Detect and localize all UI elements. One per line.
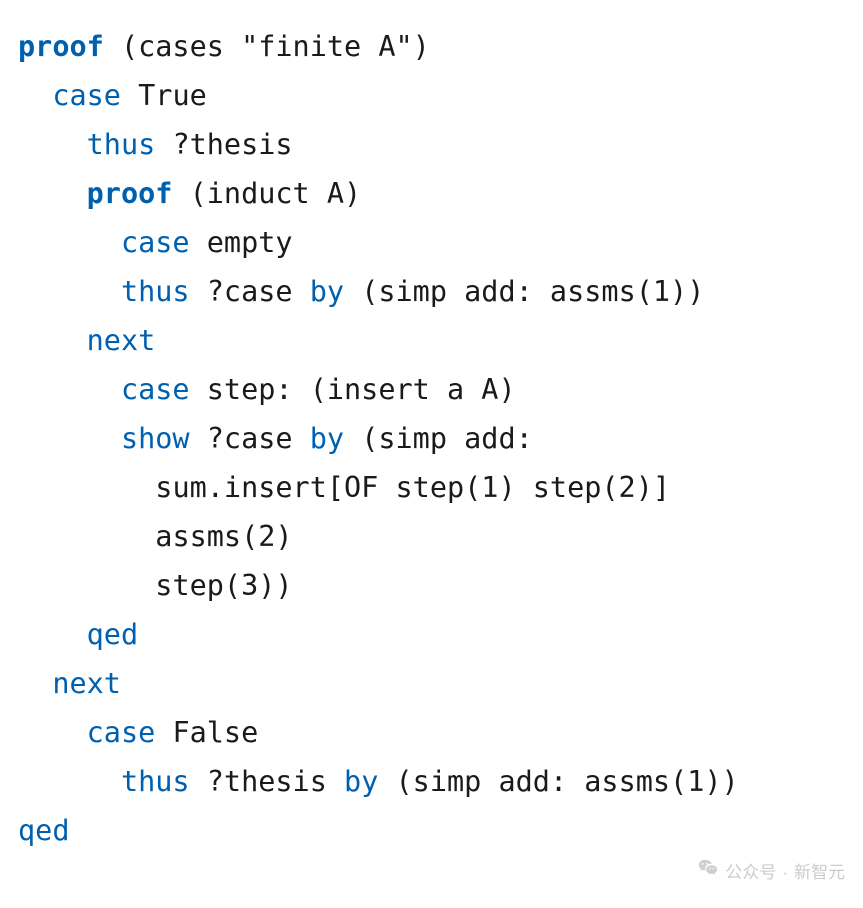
watermark-prefix: 公众号 — [725, 858, 776, 887]
code-line: sum.insert[OF step(1) step(2)] — [18, 471, 670, 504]
code-line: proof (cases "finite A") — [18, 30, 430, 63]
code-token: thus — [121, 765, 190, 798]
isabelle-proof-snippet: proof (cases "finite A") case True thus … — [0, 0, 863, 873]
code-token: ?thesis — [190, 765, 344, 798]
code-token: empty — [190, 226, 293, 259]
code-token: case — [52, 79, 121, 112]
code-line: thus ?thesis — [18, 128, 293, 161]
watermark-name: 新智元 — [794, 858, 845, 887]
code-token: next — [52, 667, 121, 700]
code-line: thus ?case by (simp add: assms(1)) — [18, 275, 704, 308]
code-token: proof — [18, 30, 104, 63]
code-line: show ?case by (simp add: — [18, 422, 533, 455]
code-token: next — [87, 324, 156, 357]
code-token: case — [87, 716, 156, 749]
code-token: assms(2) — [155, 520, 292, 553]
code-token: show — [121, 422, 190, 455]
code-token: by — [310, 422, 344, 455]
code-token: (cases "finite A") — [104, 30, 430, 63]
code-token: False — [155, 716, 258, 749]
code-token: sum.insert[OF step(1) step(2)] — [155, 471, 670, 504]
code-token: (simp add: assms(1)) — [344, 275, 704, 308]
code-line: next — [18, 324, 155, 357]
code-token: (induct A) — [172, 177, 361, 210]
code-token: ?thesis — [155, 128, 292, 161]
watermark-sep: · — [782, 858, 788, 887]
code-token: thus — [121, 275, 190, 308]
code-token: ?case — [190, 275, 310, 308]
code-line: step(3)) — [18, 569, 293, 602]
code-line: next — [18, 667, 121, 700]
code-token: (simp add: — [344, 422, 533, 455]
code-line: case False — [18, 716, 258, 749]
code-token: step(3)) — [155, 569, 292, 602]
code-token: True — [121, 79, 207, 112]
code-line: proof (induct A) — [18, 177, 361, 210]
code-token: ?case — [190, 422, 310, 455]
code-token: thus — [87, 128, 156, 161]
code-token: qed — [87, 618, 138, 651]
wechat-watermark: 公众号 · 新智元 — [697, 857, 845, 888]
code-token: (simp add: assms(1)) — [378, 765, 738, 798]
code-line: case True — [18, 79, 207, 112]
code-line: assms(2) — [18, 520, 293, 553]
code-line: case empty — [18, 226, 293, 259]
code-token: qed — [18, 814, 69, 847]
code-line: thus ?thesis by (simp add: assms(1)) — [18, 765, 739, 798]
code-token: by — [344, 765, 378, 798]
code-line: case step: (insert a A) — [18, 373, 516, 406]
wechat-icon — [697, 857, 719, 888]
code-token: case — [121, 226, 190, 259]
code-line: qed — [18, 618, 138, 651]
code-token: proof — [87, 177, 173, 210]
code-token: case — [121, 373, 190, 406]
code-token: by — [310, 275, 344, 308]
code-token: step: (insert a A) — [190, 373, 516, 406]
code-line: qed — [18, 814, 69, 847]
